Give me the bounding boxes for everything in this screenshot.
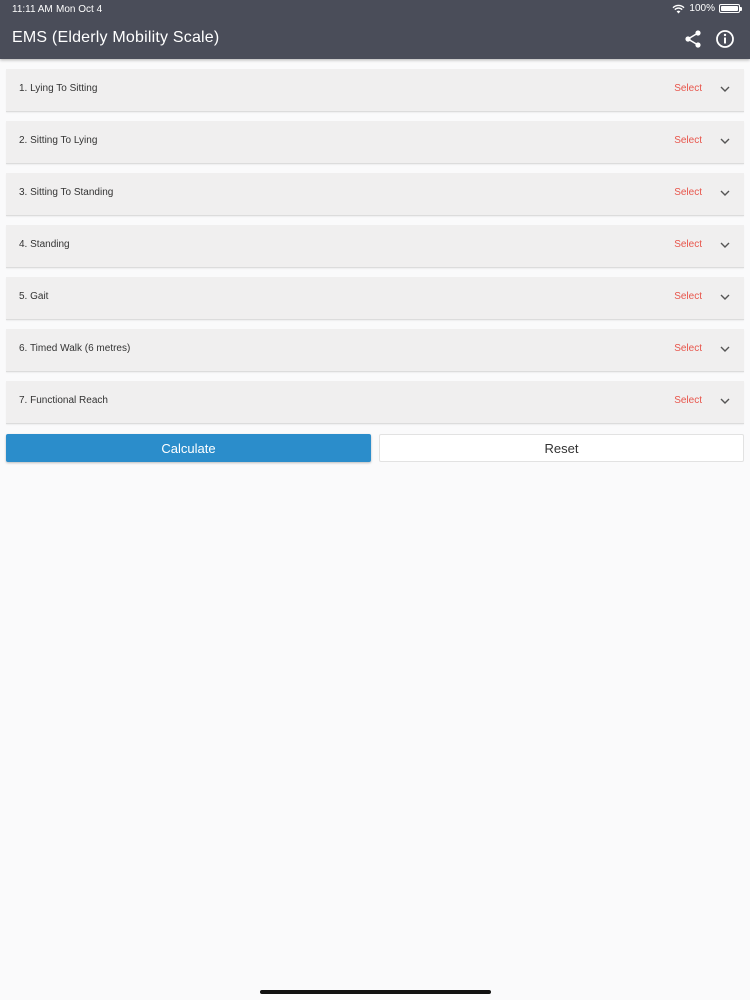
chevron-down-icon[interactable]	[720, 397, 730, 405]
question-label: 4. Standing	[19, 239, 70, 250]
info-icon[interactable]	[715, 29, 735, 49]
battery-icon	[719, 4, 742, 13]
chevron-down-icon[interactable]	[720, 189, 730, 197]
question-label: 1. Lying To Sitting	[19, 83, 98, 94]
question-sitting-to-standing[interactable]: 3. Sitting To Standing Select	[6, 173, 744, 216]
question-functional-reach[interactable]: 7. Functional Reach Select	[6, 381, 744, 424]
question-label: 3. Sitting To Standing	[19, 187, 114, 198]
status-date: Mon Oct 4	[56, 4, 103, 15]
question-label: 5. Gait	[19, 291, 49, 302]
question-gait[interactable]: 5. Gait Select	[6, 277, 744, 320]
select-dropdown[interactable]: Select	[674, 135, 702, 146]
wifi-icon	[672, 4, 685, 13]
calculate-button[interactable]: Calculate	[6, 434, 371, 462]
question-timed-walk[interactable]: 6. Timed Walk (6 metres) Select	[6, 329, 744, 372]
chevron-down-icon[interactable]	[720, 137, 730, 145]
select-dropdown[interactable]: Select	[674, 291, 702, 302]
reset-button[interactable]: Reset	[379, 434, 744, 462]
select-dropdown[interactable]: Select	[674, 187, 702, 198]
app-header: 11:11 AM Mon Oct 4 100% EMS (Elderly Mob…	[0, 0, 750, 59]
select-dropdown[interactable]: Select	[674, 83, 702, 94]
question-list: 1. Lying To Sitting Select 2. Sitting To…	[6, 69, 744, 433]
select-dropdown[interactable]: Select	[674, 239, 702, 250]
question-label: 7. Functional Reach	[19, 395, 108, 406]
home-indicator[interactable]	[260, 990, 491, 994]
page-title: EMS (Elderly Mobility Scale)	[12, 29, 220, 46]
chevron-down-icon[interactable]	[720, 293, 730, 301]
question-label: 6. Timed Walk (6 metres)	[19, 343, 131, 354]
share-icon[interactable]	[683, 29, 703, 49]
chevron-down-icon[interactable]	[720, 241, 730, 249]
chevron-down-icon[interactable]	[720, 85, 730, 93]
question-lying-to-sitting[interactable]: 1. Lying To Sitting Select	[6, 69, 744, 112]
status-bar: 11:11 AM Mon Oct 4 100%	[0, 0, 750, 18]
question-sitting-to-lying[interactable]: 2. Sitting To Lying Select	[6, 121, 744, 164]
question-label: 2. Sitting To Lying	[19, 135, 98, 146]
question-standing[interactable]: 4. Standing Select	[6, 225, 744, 268]
status-time: 11:11 AM	[12, 4, 53, 15]
battery-percent: 100%	[689, 3, 715, 14]
select-dropdown[interactable]: Select	[674, 343, 702, 354]
chevron-down-icon[interactable]	[720, 345, 730, 353]
status-right: 100%	[672, 3, 742, 14]
select-dropdown[interactable]: Select	[674, 395, 702, 406]
